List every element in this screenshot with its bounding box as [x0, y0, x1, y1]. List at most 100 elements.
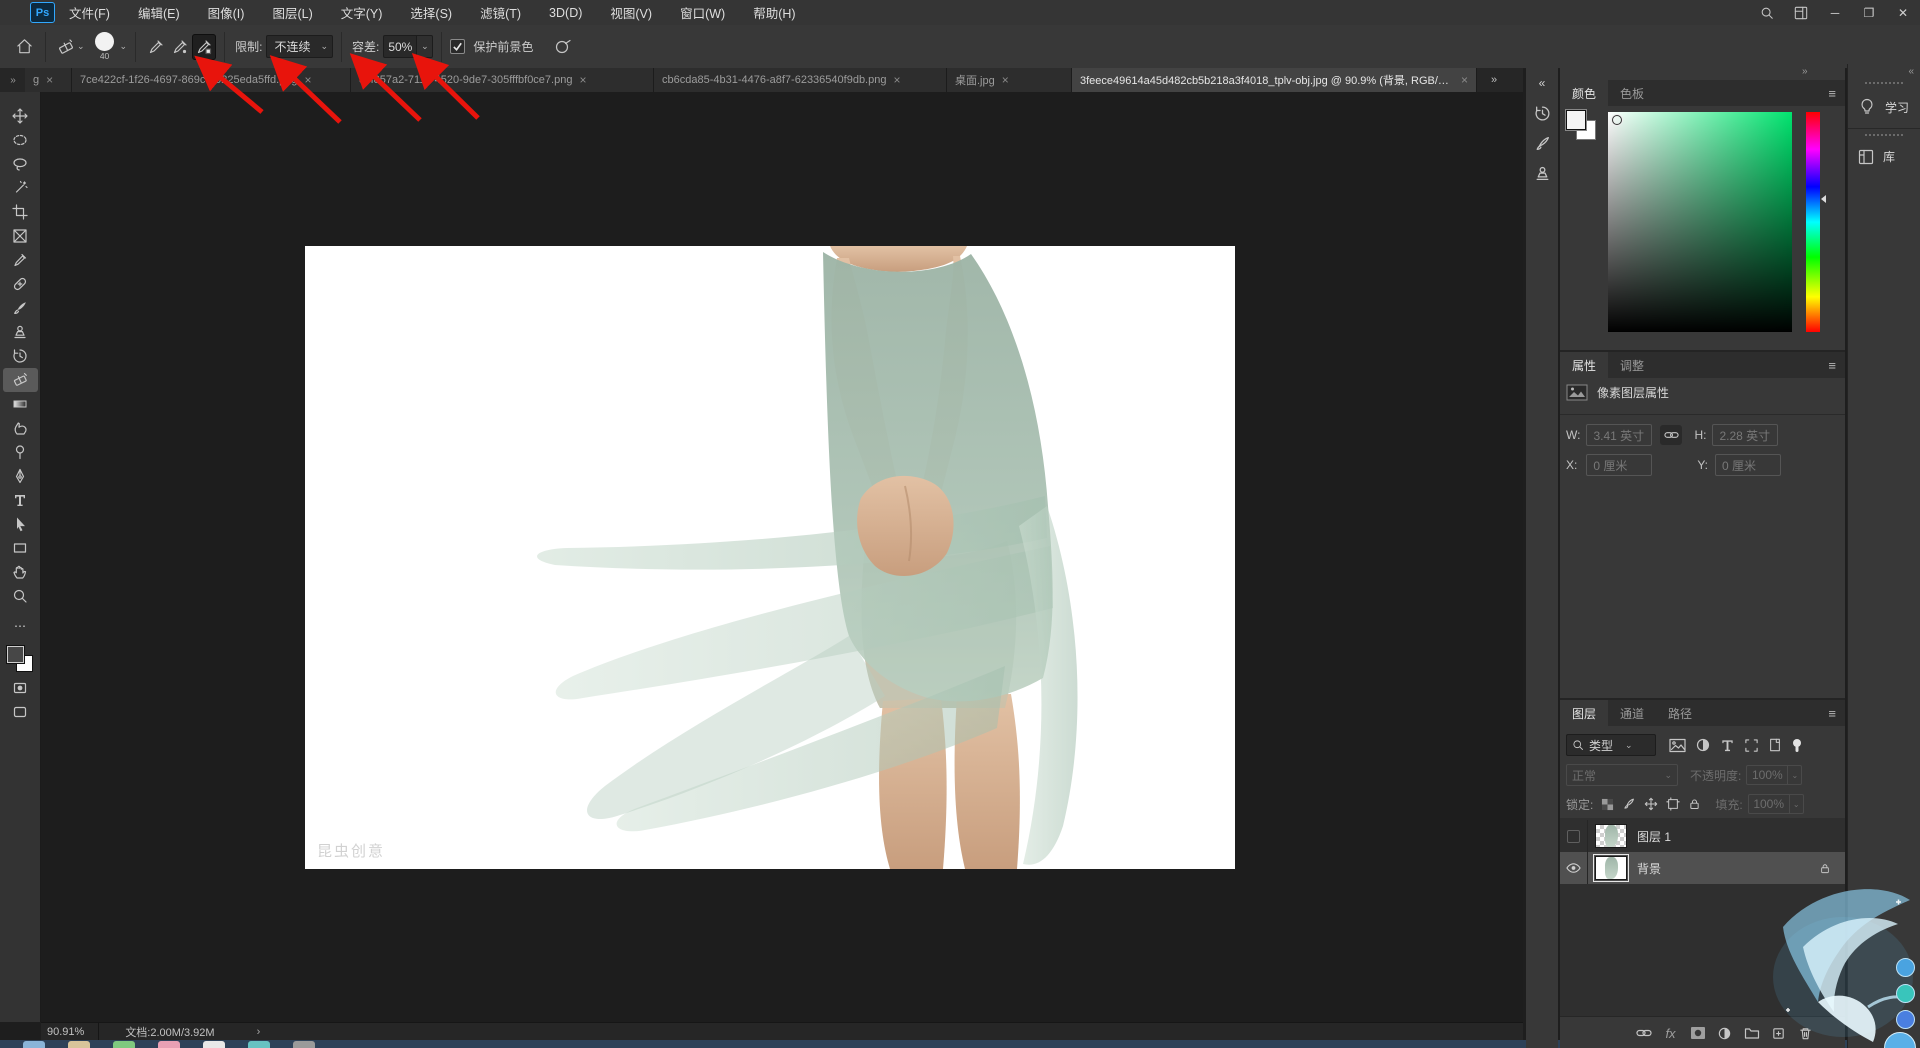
fill-dropdown[interactable]: ⌄: [1790, 794, 1804, 814]
taskbar-icon[interactable]: [293, 1041, 315, 1048]
pen-tool[interactable]: [0, 464, 41, 488]
drag-grip[interactable]: [1865, 82, 1903, 84]
width-field[interactable]: 3.41 英寸: [1586, 424, 1652, 446]
expand-panels-icon[interactable]: «: [1526, 68, 1558, 98]
layer-row-1[interactable]: 图层 1: [1560, 820, 1845, 852]
layer-row-background-selected[interactable]: 背景: [1560, 852, 1845, 884]
new-group-icon[interactable]: [1738, 1021, 1765, 1045]
close-button[interactable]: ✕: [1886, 0, 1920, 25]
edit-toolbar-icon[interactable]: ⋯: [0, 614, 41, 638]
taskbar-icon[interactable]: [248, 1041, 270, 1048]
x-field[interactable]: 0 厘米: [1586, 454, 1652, 476]
path-selection-tool[interactable]: [0, 512, 41, 536]
brush-size-picker[interactable]: 40: [92, 32, 118, 61]
filter-shape-layers-icon[interactable]: [1744, 738, 1759, 753]
sampling-once-icon[interactable]: [168, 34, 192, 60]
taskbar-icon[interactable]: [203, 1041, 225, 1048]
menu-3d[interactable]: 3D(D): [535, 0, 596, 25]
layer-effects-icon[interactable]: fx: [1657, 1021, 1684, 1045]
lock-transparency-icon[interactable]: [1601, 798, 1614, 811]
close-tab-icon[interactable]: ×: [1461, 73, 1468, 87]
learn-panel-button[interactable]: 学习: [1858, 98, 1909, 116]
history-brush-tool[interactable]: [0, 344, 41, 368]
toolbar-collapse-icon[interactable]: »: [0, 68, 25, 92]
maximize-button[interactable]: ❐: [1852, 0, 1886, 25]
menu-image[interactable]: 图像(I): [194, 0, 259, 25]
menu-help[interactable]: 帮助(H): [739, 0, 809, 25]
libraries-panel-button[interactable]: 库: [1858, 148, 1895, 165]
contact-bubble[interactable]: [1896, 1010, 1915, 1029]
visibility-toggle-visible[interactable]: [1560, 852, 1588, 884]
close-tab-icon[interactable]: ×: [1002, 73, 1009, 87]
lock-position-icon[interactable]: [1644, 797, 1658, 811]
menu-filter[interactable]: 滤镜(T): [466, 0, 535, 25]
tab-channels[interactable]: 通道: [1608, 700, 1656, 726]
healing-brush-tool[interactable]: [0, 272, 41, 296]
clone-source-panel-icon[interactable]: [1526, 158, 1558, 188]
clone-stamp-tool[interactable]: [0, 320, 41, 344]
document-tab[interactable]: cef857a2-711c-4520-9de7-305fffbf0ce7.png…: [351, 68, 654, 92]
document-tab[interactable]: 7ce422cf-1f26-4697-869c-e0225eda5ffd.png…: [72, 68, 351, 92]
foreground-color-swatch[interactable]: [1566, 110, 1586, 130]
taskbar-icon[interactable]: [68, 1041, 90, 1048]
y-field[interactable]: 0 厘米: [1715, 454, 1781, 476]
protect-foreground-checkbox[interactable]: [450, 39, 465, 54]
menu-layer[interactable]: 图层(L): [258, 0, 326, 25]
new-adjustment-layer-icon[interactable]: [1711, 1021, 1738, 1045]
dodge-tool[interactable]: [0, 440, 41, 464]
screen-mode-icon[interactable]: [0, 700, 41, 724]
type-tool[interactable]: [0, 488, 41, 512]
saturation-brightness-field[interactable]: [1608, 112, 1792, 332]
layer-thumbnail[interactable]: [1595, 824, 1627, 848]
tab-swatches[interactable]: 色板: [1608, 80, 1656, 106]
home-icon[interactable]: [12, 30, 37, 64]
filter-type-layers-icon[interactable]: [1720, 738, 1735, 753]
panel-menu-icon[interactable]: ≡: [1828, 352, 1845, 378]
hue-slider-marker[interactable]: [1821, 195, 1826, 203]
tolerance-dropdown[interactable]: ⌄: [417, 35, 433, 58]
tab-layers[interactable]: 图层: [1560, 700, 1608, 726]
taskbar-icon[interactable]: [113, 1041, 135, 1048]
panel-menu-icon[interactable]: ≡: [1828, 700, 1845, 726]
tab-paths[interactable]: 路径: [1656, 700, 1704, 726]
lock-image-icon[interactable]: [1622, 797, 1636, 811]
layer-filter-select[interactable]: 类型 ⌄: [1566, 734, 1656, 756]
zoom-level[interactable]: 90.91%: [47, 1026, 84, 1038]
height-field[interactable]: 2.28 英寸: [1712, 424, 1778, 446]
layer-name[interactable]: 背景: [1637, 860, 1661, 877]
marquee-tool[interactable]: [0, 128, 41, 152]
search-icon[interactable]: [1750, 0, 1784, 25]
fill-field[interactable]: 100%: [1748, 794, 1790, 814]
filter-smart-objects-icon[interactable]: [1768, 737, 1782, 753]
quick-mask-icon[interactable]: [0, 676, 41, 700]
tab-color[interactable]: 颜色: [1560, 80, 1608, 106]
close-tab-icon[interactable]: ×: [893, 73, 900, 87]
lock-artboard-icon[interactable]: [1666, 797, 1680, 811]
photoshop-logo[interactable]: Ps: [30, 2, 55, 23]
background-eraser-tool-selected[interactable]: [3, 368, 38, 392]
close-tab-icon[interactable]: ×: [305, 73, 312, 87]
filter-toggle-icon[interactable]: [1791, 738, 1803, 753]
gradient-tool[interactable]: [0, 392, 41, 416]
blend-mode-select[interactable]: 正常 ⌄: [1566, 764, 1678, 786]
contact-bubble[interactable]: [1896, 958, 1915, 977]
brush-tool[interactable]: [0, 296, 41, 320]
eyedropper-tool[interactable]: [0, 248, 41, 272]
foreground-color-swatch[interactable]: [7, 646, 24, 663]
magic-wand-tool[interactable]: [0, 176, 41, 200]
close-tab-icon[interactable]: ×: [46, 73, 53, 87]
sampling-continuous-icon[interactable]: [144, 34, 168, 60]
rectangle-tool[interactable]: [0, 536, 41, 560]
opacity-field[interactable]: 100%: [1746, 765, 1788, 785]
opacity-dropdown[interactable]: ⌄: [1788, 765, 1802, 785]
move-tool[interactable]: [0, 104, 41, 128]
hue-slider[interactable]: [1806, 112, 1820, 332]
menu-file[interactable]: 文件(F): [55, 0, 124, 25]
taskbar-icon[interactable]: [158, 1041, 180, 1048]
frame-tool[interactable]: [0, 224, 41, 248]
menu-view[interactable]: 视图(V): [596, 0, 666, 25]
menu-select[interactable]: 选择(S): [396, 0, 466, 25]
close-tab-icon[interactable]: ×: [579, 73, 586, 87]
tolerance-input[interactable]: 50%: [383, 35, 417, 58]
document-tab[interactable]: g ×: [25, 68, 72, 92]
